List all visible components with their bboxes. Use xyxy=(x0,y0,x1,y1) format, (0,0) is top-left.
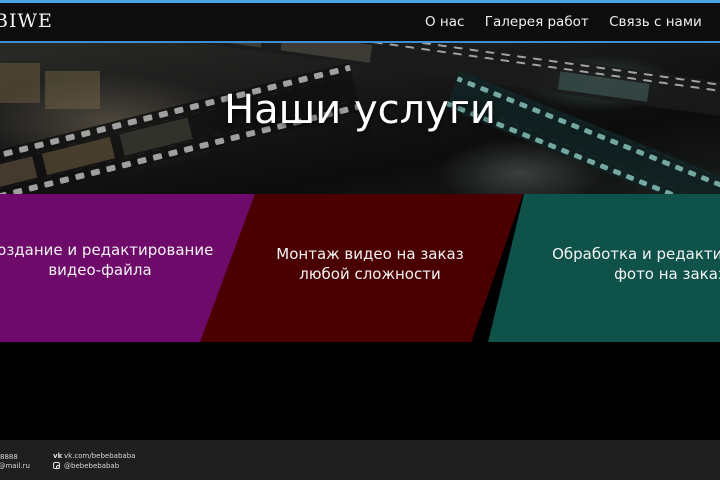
footer-phone: 8888 xyxy=(0,453,18,461)
nav-menu: О нас Галерея работ Связь с нами Н xyxy=(425,14,720,30)
navbar: BIWE О нас Галерея работ Связь с нами Н xyxy=(0,3,720,43)
services-section: Создание и редактирование видео-файла Мо… xyxy=(0,194,720,342)
footer-email[interactable]: b@mail.ru xyxy=(0,462,30,470)
nav-item-contact[interactable]: Связь с нами xyxy=(609,14,702,30)
service-label-video-montage: Монтаж видео на заказ любой сложности xyxy=(220,244,520,284)
footer-instagram-link[interactable]: @bebebebabab xyxy=(64,462,119,470)
service-label-line: фото на заказ xyxy=(614,265,720,283)
nav-item-about[interactable]: О нас xyxy=(425,14,464,30)
logo[interactable]: BIWE xyxy=(0,10,53,32)
service-label-photo-editing: Обработка и редактирование фото на заказ xyxy=(520,244,720,284)
instagram-icon xyxy=(53,462,60,469)
hero-title: Наши услуги xyxy=(224,87,496,133)
service-label-line: Обработка и редактирование xyxy=(552,245,720,263)
vk-icon: vk xyxy=(53,452,63,460)
service-label-line: Монтаж видео на заказ xyxy=(276,245,464,263)
nav-item-gallery[interactable]: Галерея работ xyxy=(485,14,589,30)
service-label-line: любой сложности xyxy=(299,265,441,283)
footer-vk-link[interactable]: vk.com/bebebababa xyxy=(64,452,135,460)
hero-banner: Наши услуги xyxy=(0,43,720,194)
footer: 8888 b@mail.ru vk vk.com/bebebababa @beb… xyxy=(0,440,720,480)
